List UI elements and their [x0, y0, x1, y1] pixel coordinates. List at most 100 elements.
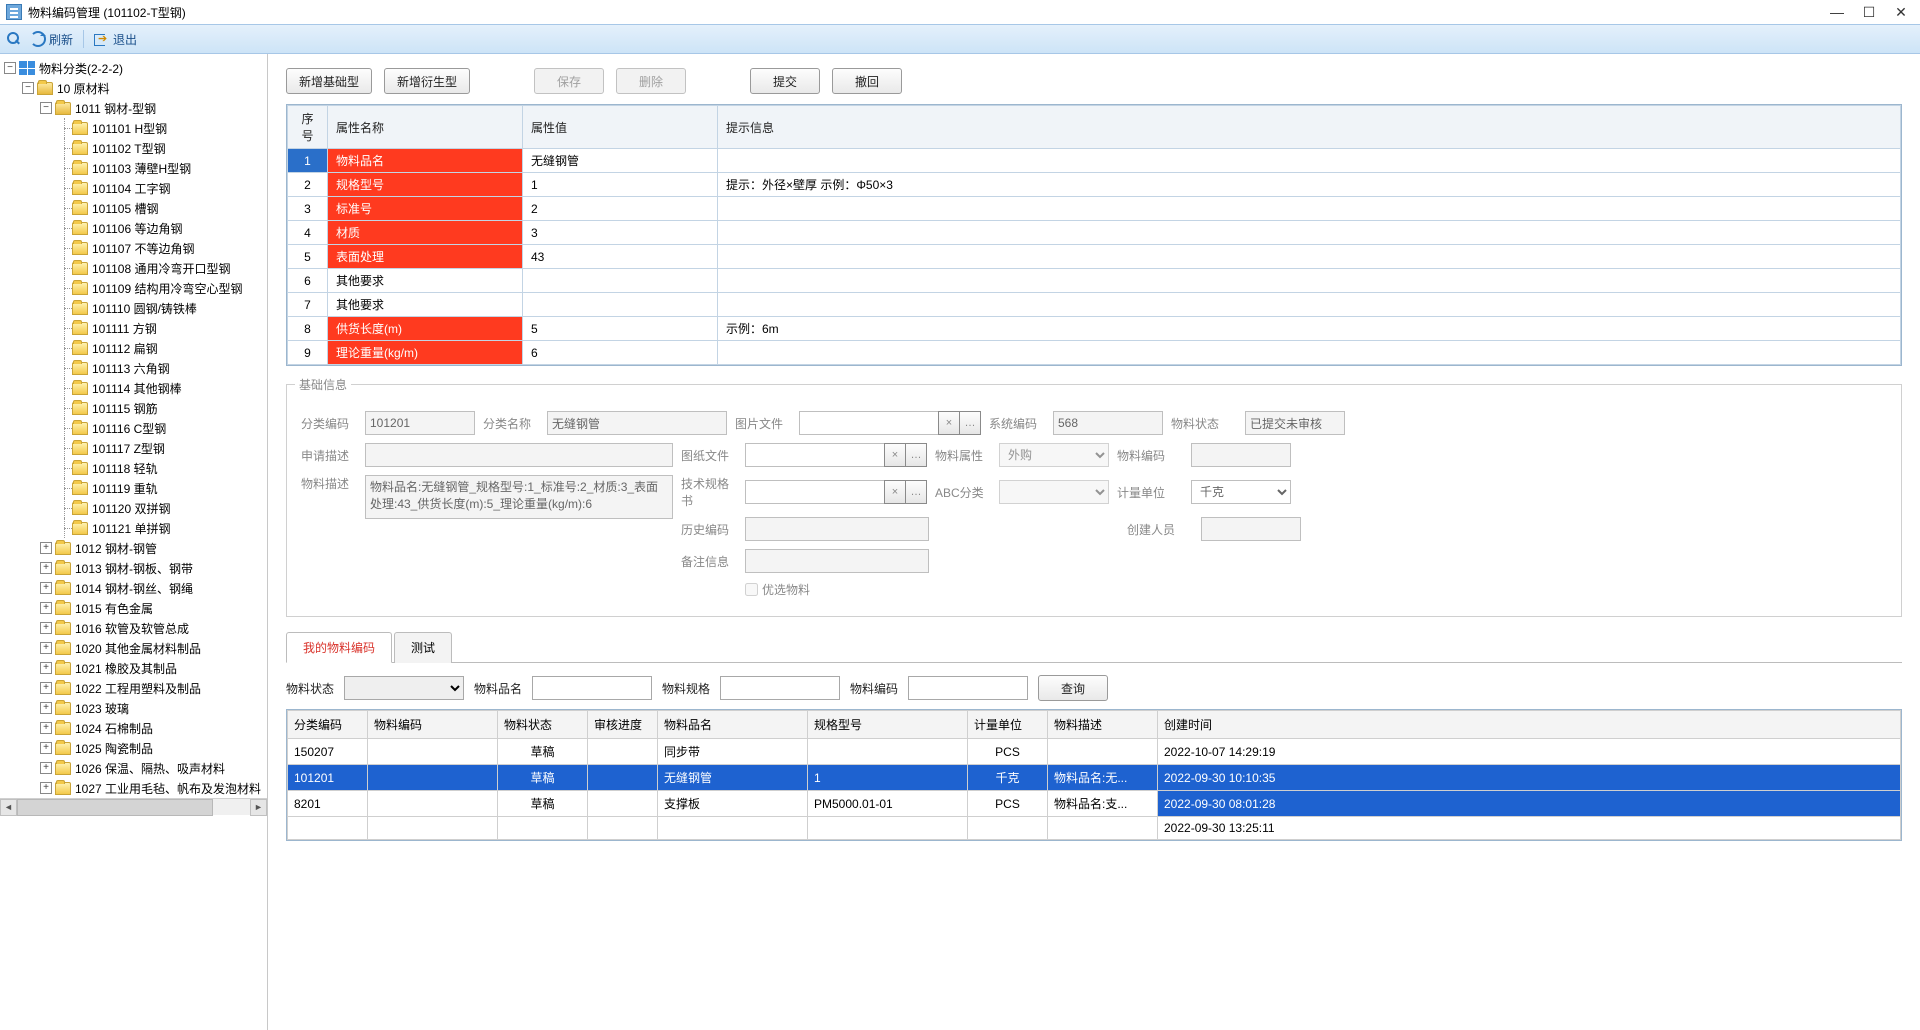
- grid-cell-catCode[interactable]: 150207: [288, 739, 368, 765]
- exit-button[interactable]: 退出: [90, 29, 141, 50]
- expand-icon[interactable]: +: [40, 682, 52, 694]
- expand-icon[interactable]: +: [40, 542, 52, 554]
- new-deriv-button[interactable]: 新增衍生型: [384, 68, 470, 94]
- sidebar-hscroll[interactable]: ◄ ►: [0, 798, 267, 815]
- scroll-thumb[interactable]: [17, 799, 213, 816]
- tree-leaf[interactable]: 101117 Z型钢: [54, 438, 267, 458]
- scroll-right-icon[interactable]: ►: [250, 799, 267, 816]
- grid-cell-spec[interactable]: [808, 739, 968, 765]
- query-button[interactable]: 查询: [1038, 675, 1108, 701]
- new-base-button[interactable]: 新增基础型: [286, 68, 372, 94]
- tech-spec-browse-button[interactable]: …: [905, 480, 927, 504]
- attr-val[interactable]: 6: [523, 341, 718, 365]
- tree-node[interactable]: +1020 其他金属材料制品: [36, 638, 267, 658]
- tree-leaf[interactable]: 101101 H型钢: [54, 118, 267, 138]
- expand-icon[interactable]: +: [40, 782, 52, 794]
- minimize-button[interactable]: —: [1830, 4, 1844, 21]
- tree-leaf[interactable]: 101108 通用冷弯开口型钢: [54, 258, 267, 278]
- gcol-catcode[interactable]: 分类编码: [288, 711, 368, 739]
- scroll-left-icon[interactable]: ◄: [0, 799, 17, 816]
- grid-cell-createTime[interactable]: 2022-09-30 10:10:35: [1158, 765, 1901, 791]
- tree-node[interactable]: +1026 保温、隔热、吸声材料: [36, 758, 267, 778]
- grid-cell-auditProg[interactable]: [588, 739, 658, 765]
- attr-val[interactable]: 1: [523, 173, 718, 197]
- grid-cell-createTime[interactable]: 2022-10-07 14:29:19: [1158, 739, 1901, 765]
- maximize-button[interactable]: ☐: [1862, 4, 1876, 21]
- grid-cell-unit[interactable]: 千克: [968, 765, 1048, 791]
- grid-cell-matName[interactable]: [658, 817, 808, 840]
- expand-icon[interactable]: +: [40, 562, 52, 574]
- attr-row[interactable]: 2规格型号1提示：外径×壁厚 示例：Φ50×3: [288, 173, 1901, 197]
- grid-cell-createTime[interactable]: 2022-09-30 13:25:11: [1158, 817, 1901, 840]
- attr-row[interactable]: 4材质3: [288, 221, 1901, 245]
- grid-cell-createTime[interactable]: 2022-09-30 08:01:28: [1158, 791, 1901, 817]
- expand-icon[interactable]: +: [40, 762, 52, 774]
- attr-row[interactable]: 1物料品名无缝钢管: [288, 149, 1901, 173]
- tree-node[interactable]: +1014 钢材-钢丝、钢绳: [36, 578, 267, 598]
- tree-l1[interactable]: − 10 原材料: [18, 78, 267, 98]
- expand-icon[interactable]: +: [40, 722, 52, 734]
- attr-val[interactable]: 3: [523, 221, 718, 245]
- drw-file-browse-button[interactable]: …: [905, 443, 927, 467]
- attr-val[interactable]: 43: [523, 245, 718, 269]
- filter-code-input[interactable]: [908, 676, 1028, 700]
- tree-leaf[interactable]: 101120 双拼钢: [54, 498, 267, 518]
- grid-cell-auditProg[interactable]: [588, 765, 658, 791]
- save-button[interactable]: 保存: [534, 68, 604, 94]
- tech-spec-clear-button[interactable]: ×: [884, 480, 906, 504]
- grid-row[interactable]: 150207草稿同步带PCS2022-10-07 14:29:19: [288, 739, 1901, 765]
- tree-leaf[interactable]: 101102 T型钢: [54, 138, 267, 158]
- filter-name-input[interactable]: [532, 676, 652, 700]
- tech-spec-field[interactable]: [745, 480, 885, 504]
- tree-leaf[interactable]: 101116 C型钢: [54, 418, 267, 438]
- grid-cell-unit[interactable]: PCS: [968, 739, 1048, 765]
- tree-leaf[interactable]: 101104 工字钢: [54, 178, 267, 198]
- expand-icon[interactable]: +: [40, 602, 52, 614]
- attr-val[interactable]: 2: [523, 197, 718, 221]
- collapse-icon[interactable]: −: [40, 102, 52, 114]
- tree-leaf[interactable]: 101107 不等边角钢: [54, 238, 267, 258]
- tree-leaf[interactable]: 101109 结构用冷弯空心型钢: [54, 278, 267, 298]
- gcol-auditprog[interactable]: 审核进度: [588, 711, 658, 739]
- attr-row[interactable]: 7其他要求: [288, 293, 1901, 317]
- grid-cell-catCode[interactable]: 8201: [288, 791, 368, 817]
- tree-leaf[interactable]: 101106 等边角钢: [54, 218, 267, 238]
- gcol-matstatus[interactable]: 物料状态: [498, 711, 588, 739]
- preferred-checkbox[interactable]: 优选物料: [745, 581, 810, 598]
- filter-status-select[interactable]: [344, 676, 464, 700]
- grid-cell-matDesc[interactable]: [1048, 739, 1158, 765]
- close-button[interactable]: ✕: [1894, 4, 1908, 21]
- grid-cell-catCode[interactable]: [288, 817, 368, 840]
- tab-my-material-code[interactable]: 我的物料编码: [286, 632, 392, 663]
- submit-button[interactable]: 提交: [750, 68, 820, 94]
- grid-cell-matCode[interactable]: [368, 791, 498, 817]
- tree-leaf[interactable]: 101105 槽钢: [54, 198, 267, 218]
- img-file-field[interactable]: [799, 411, 939, 435]
- tree-node[interactable]: +1023 玻璃: [36, 698, 267, 718]
- grid-cell-matName[interactable]: 支撑板: [658, 791, 808, 817]
- recall-button[interactable]: 撤回: [832, 68, 902, 94]
- grid-cell-matCode[interactable]: [368, 765, 498, 791]
- gcol-matname[interactable]: 物料品名: [658, 711, 808, 739]
- tree-leaf[interactable]: 101111 方钢: [54, 318, 267, 338]
- grid-cell-matDesc[interactable]: [1048, 817, 1158, 840]
- tree-leaf[interactable]: 101110 圆钢/铸铁棒: [54, 298, 267, 318]
- grid-cell-matStatus[interactable]: 草稿: [498, 765, 588, 791]
- tree-leaf[interactable]: 101121 单拼钢: [54, 518, 267, 538]
- tree-node[interactable]: +1025 陶瓷制品: [36, 738, 267, 758]
- expand-icon[interactable]: +: [40, 662, 52, 674]
- expand-icon[interactable]: +: [40, 642, 52, 654]
- attr-row[interactable]: 3标准号2: [288, 197, 1901, 221]
- tree-node[interactable]: +1027 工业用毛毡、帆布及发泡材料: [36, 778, 267, 798]
- tree-leaf[interactable]: 101103 薄壁H型钢: [54, 158, 267, 178]
- collapse-icon[interactable]: −: [4, 62, 16, 74]
- grid-cell-matStatus[interactable]: 草稿: [498, 739, 588, 765]
- tree-node[interactable]: +1015 有色金属: [36, 598, 267, 618]
- tab-test[interactable]: 测试: [394, 632, 452, 663]
- grid-cell-catCode[interactable]: 101201: [288, 765, 368, 791]
- unit-select[interactable]: 千克: [1191, 480, 1291, 504]
- grid-cell-matCode[interactable]: [368, 739, 498, 765]
- expand-icon[interactable]: +: [40, 742, 52, 754]
- grid-cell-auditProg[interactable]: [588, 817, 658, 840]
- attr-row[interactable]: 9理论重量(kg/m)6: [288, 341, 1901, 365]
